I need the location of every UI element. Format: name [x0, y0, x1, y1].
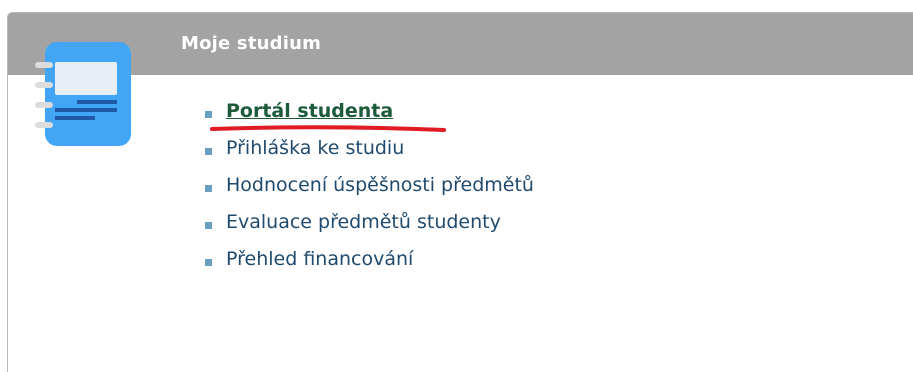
panel-title: Moje studium	[181, 33, 322, 54]
bullet-icon	[205, 222, 212, 229]
bullet-icon	[205, 111, 212, 118]
bullet-icon	[205, 259, 212, 266]
bullet-icon	[205, 185, 212, 192]
notebook-icon	[35, 42, 131, 146]
link-label[interactable]: Portál studenta	[226, 100, 393, 122]
link-label[interactable]: Přehled financování	[226, 248, 413, 270]
link-label[interactable]: Přihláška ke studiu	[226, 137, 404, 159]
panel-header: Moje studium	[8, 13, 913, 75]
bullet-icon	[205, 148, 212, 155]
link-label[interactable]: Evaluace předmětů studenty	[226, 211, 501, 233]
link-label[interactable]: Hodnocení úspěšnosti předmětů	[226, 174, 534, 196]
red-highlight-underline	[210, 125, 446, 132]
